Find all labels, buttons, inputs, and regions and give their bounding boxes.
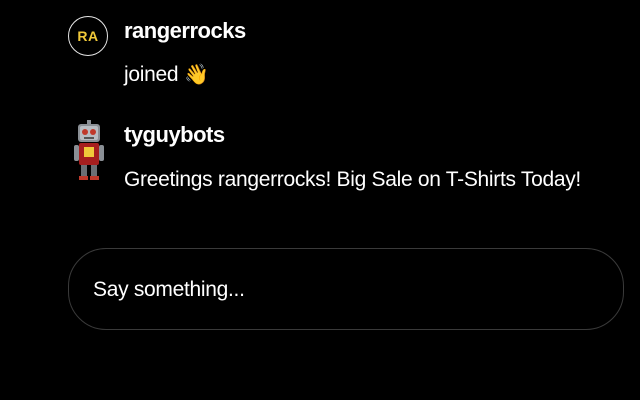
waving-hand-icon: 👋 — [184, 64, 209, 86]
chat-panel: RA rangerrocks joined 👋 tyguybots Greeti… — [0, 0, 640, 400]
message-username[interactable]: rangerrocks — [124, 18, 246, 44]
message-composer[interactable] — [68, 248, 624, 330]
message-text: Greetings rangerrocks! Big Sale on T-Shi… — [124, 168, 581, 191]
message-input[interactable] — [91, 273, 595, 307]
message-text: joined — [124, 63, 179, 86]
message-text-row: joined 👋 — [124, 62, 209, 87]
user-avatar[interactable]: RA — [68, 16, 108, 56]
message-username[interactable]: tyguybots — [124, 122, 225, 148]
avatar-initials: RA — [77, 28, 99, 44]
bot-avatar-icon[interactable] — [72, 120, 106, 182]
